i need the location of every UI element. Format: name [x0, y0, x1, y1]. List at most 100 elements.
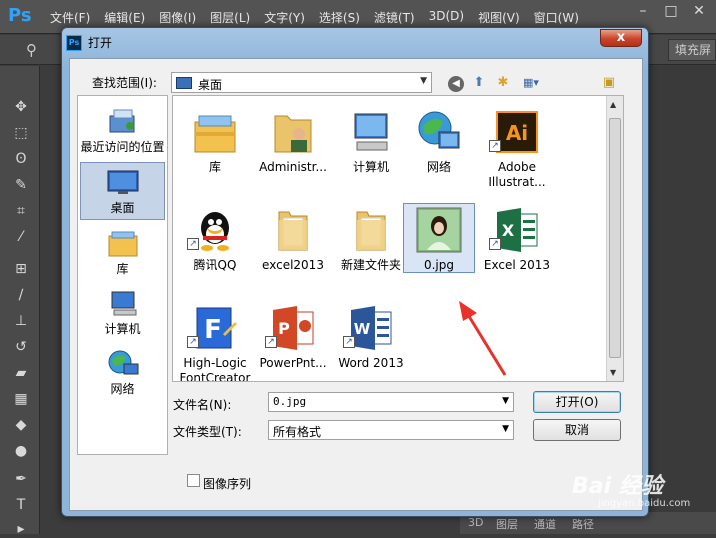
file-item-library[interactable]: 库 — [175, 102, 255, 197]
fill-screen-button[interactable]: 填充屏 — [668, 39, 716, 61]
image-sequence-label: 图像序列 — [203, 477, 252, 491]
look-in-label: 查找范围(I): — [92, 76, 157, 90]
file-item-network[interactable]: 网络 — [399, 102, 479, 197]
dialog-close-button[interactable]: x — [600, 29, 642, 47]
tab-channels[interactable]: 通道 — [534, 516, 556, 532]
chevron-down-icon[interactable]: ▼ — [502, 396, 509, 406]
open-button[interactable]: 打开(O) — [533, 391, 621, 413]
file-label: 网络 — [426, 160, 451, 174]
filename-field[interactable]: 0.jpg ▼ — [268, 392, 514, 412]
maximize-icon[interactable]: □ — [658, 2, 684, 20]
scroll-thumb[interactable] — [609, 118, 621, 358]
file-list-scrollbar[interactable]: ▲ ▼ — [606, 96, 623, 381]
file-item-0-jpg[interactable]: 0.jpg — [399, 200, 479, 295]
image-sequence-checkbox[interactable] — [187, 474, 200, 487]
file-item-qq[interactable]: ↗ 腾讯QQ — [175, 200, 255, 295]
quick-select-icon[interactable]: ✎ — [12, 176, 30, 194]
blur-tool-icon[interactable]: ◆ — [12, 416, 30, 434]
tab-layers[interactable]: 图层 — [496, 516, 518, 532]
place-label: 网络 — [110, 382, 135, 396]
view-menu-icon[interactable]: ▦▾ — [518, 74, 544, 92]
dodge-tool-icon[interactable]: ● — [12, 442, 30, 460]
file-item-excel2013-folder[interactable]: excel2013 — [253, 200, 333, 295]
gradient-tool-icon[interactable]: ▦ — [12, 390, 30, 408]
network-icon — [106, 348, 140, 378]
place-recent[interactable]: 最近访问的位置 — [80, 102, 165, 160]
file-label: 库 — [208, 160, 221, 174]
svg-text:W: W — [354, 320, 371, 338]
place-label: 库 — [116, 262, 129, 276]
menu-file[interactable]: 文件(F) — [50, 9, 90, 26]
place-library[interactable]: 库 — [80, 224, 165, 282]
file-label: PowerPnt... — [259, 356, 327, 370]
scroll-up-icon[interactable]: ▲ — [610, 100, 616, 109]
places-bar: 最近访问的位置 桌面 库 计算机 网络 — [77, 95, 168, 455]
svg-text:P: P — [278, 319, 290, 338]
file-item-word[interactable]: W ↗ Word 2013 — [331, 298, 411, 381]
new-folder-icon[interactable]: ✱ — [493, 74, 513, 92]
favorites-icon[interactable]: ▣ — [600, 74, 618, 92]
file-item-excel[interactable]: X ↗ Excel 2013 — [477, 200, 557, 295]
path-select-icon[interactable]: ▸ — [12, 520, 30, 538]
eraser-icon[interactable]: ▰ — [12, 364, 30, 382]
file-item-fontcreator[interactable]: F ↗ High-Logic FontCreator — [175, 298, 255, 381]
pen-tool-icon[interactable]: ✒ — [12, 470, 30, 488]
shortcut-arrow-icon: ↗ — [187, 336, 199, 348]
history-brush-icon[interactable]: ↺ — [12, 338, 30, 356]
menu-select[interactable]: 选择(S) — [319, 9, 360, 26]
healing-brush-icon[interactable]: ⊞ — [12, 260, 30, 278]
user-folder-icon — [269, 108, 317, 156]
annotation-arrow — [459, 301, 507, 376]
look-in-combo[interactable]: 桌面 ▼ — [171, 72, 432, 93]
minimize-icon[interactable]: – — [630, 2, 656, 20]
cancel-button[interactable]: 取消 — [533, 419, 621, 441]
dialog-titlebar: Ps 打开 — [66, 34, 112, 51]
menu-filter[interactable]: 滤镜(T) — [374, 9, 415, 26]
tab-paths[interactable]: 路径 — [572, 516, 594, 532]
computer-icon — [106, 288, 140, 318]
type-tool-icon[interactable]: T — [12, 496, 30, 514]
up-folder-icon[interactable]: ⬆ — [470, 74, 488, 92]
menu-edit[interactable]: 编辑(E) — [104, 9, 145, 26]
filetype-select[interactable]: 所有格式 ▼ — [268, 420, 514, 440]
file-item-powerpoint[interactable]: P ↗ PowerPnt... — [253, 298, 333, 381]
stamp-tool-icon[interactable]: ⊥ — [12, 312, 30, 330]
network-icon — [415, 108, 463, 156]
zoom-icon[interactable]: ⚲ — [26, 41, 37, 59]
place-computer[interactable]: 计算机 — [80, 284, 165, 342]
scroll-down-icon[interactable]: ▼ — [610, 368, 616, 377]
folder-icon — [269, 206, 317, 254]
menu-layer[interactable]: 图层(L) — [210, 9, 250, 26]
file-label: Administr... — [259, 160, 327, 174]
menu-image[interactable]: 图像(I) — [159, 9, 196, 26]
desktop-icon — [106, 167, 140, 197]
file-label: Word 2013 — [338, 356, 404, 370]
place-network[interactable]: 网络 — [80, 344, 165, 402]
close-icon[interactable]: ✕ — [686, 2, 712, 20]
place-desktop[interactable]: 桌面 — [80, 162, 165, 220]
menu-window[interactable]: 窗口(W) — [534, 9, 579, 26]
eyedropper-icon[interactable]: ⁄ — [12, 228, 30, 246]
lasso-tool-icon[interactable]: ʘ — [12, 150, 30, 168]
brush-tool-icon[interactable]: ∕ — [12, 286, 30, 304]
ps-menu: 文件(F) 编辑(E) 图像(I) 图层(L) 文字(Y) 选择(S) 滤镜(T… — [50, 9, 593, 26]
shortcut-arrow-icon: ↗ — [343, 336, 355, 348]
shortcut-arrow-icon: ↗ — [187, 238, 199, 250]
menu-type[interactable]: 文字(Y) — [264, 9, 305, 26]
menu-3d[interactable]: 3D(D) — [429, 9, 464, 26]
folder-icon — [347, 206, 395, 254]
tab-3d[interactable]: 3D — [468, 516, 483, 529]
move-tool-icon[interactable]: ✥ — [12, 98, 30, 116]
file-label: 0.jpg — [423, 258, 455, 272]
crop-tool-icon[interactable]: ⌗ — [12, 202, 30, 220]
back-icon[interactable]: ◀ — [448, 76, 464, 92]
svg-text:F: F — [204, 315, 222, 345]
svg-text:Ai: Ai — [506, 121, 528, 145]
marquee-tool-icon[interactable]: ⬚ — [12, 124, 30, 142]
menu-view[interactable]: 视图(V) — [478, 9, 520, 26]
window-controls: – □ ✕ — [630, 2, 712, 20]
file-item-illustrator[interactable]: Ai ↗ Adobe Illustrat... — [477, 102, 557, 197]
chevron-down-icon[interactable]: ▼ — [502, 424, 509, 434]
file-item-administrator[interactable]: Administr... — [253, 102, 333, 197]
filetype-value: 所有格式 — [273, 425, 322, 439]
